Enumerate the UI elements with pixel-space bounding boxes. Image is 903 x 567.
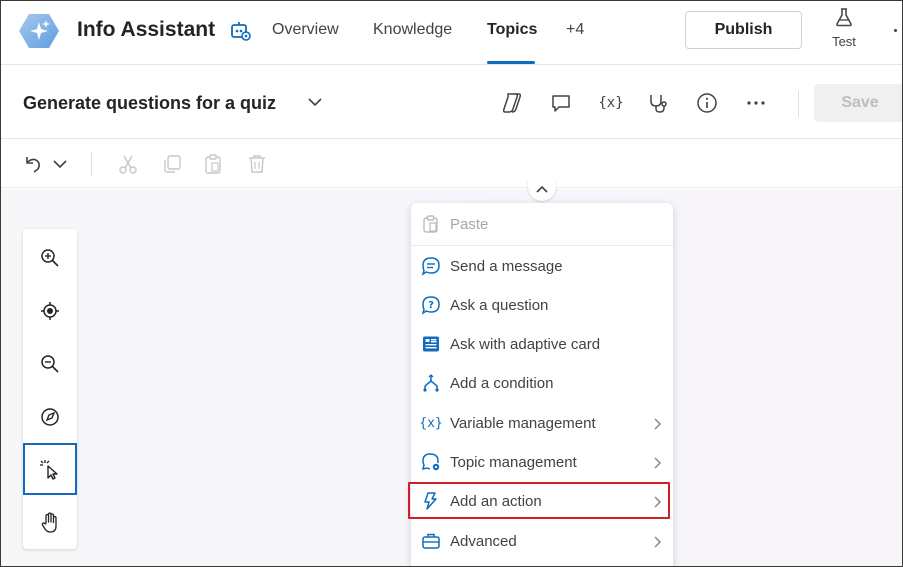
menu-item-variable-management[interactable]: {x} Variable management — [411, 404, 673, 442]
menu-item-send-message[interactable]: Send a message — [411, 247, 673, 285]
canvas-tools-panel — [23, 229, 77, 549]
active-tab-indicator — [487, 61, 535, 64]
app-window: Info Assistant Overview Knowledge Topics… — [0, 0, 903, 567]
copy-icon — [160, 152, 184, 176]
menu-item-advanced[interactable]: Advanced — [411, 522, 673, 560]
question-icon: ? — [420, 294, 442, 316]
info-icon[interactable] — [695, 91, 719, 115]
menu-item-label: Paste — [450, 215, 489, 233]
menu-item-label: Variable management — [450, 414, 596, 432]
cut-icon — [116, 152, 140, 176]
chevron-up-icon — [535, 181, 549, 199]
bot-settings-icon[interactable] — [230, 20, 252, 42]
menu-item-paste: Paste — [411, 205, 673, 243]
delete-icon — [245, 152, 269, 176]
condition-icon — [420, 372, 442, 394]
menu-item-add-condition[interactable]: Add a condition — [411, 364, 673, 402]
menu-item-ask-question[interactable]: ? Ask a question — [411, 286, 673, 324]
flask-icon — [835, 8, 853, 31]
menu-divider — [411, 245, 673, 246]
chevron-right-icon — [651, 535, 663, 548]
variable-icon: {x} — [419, 415, 443, 431]
test-label: Test — [832, 34, 856, 49]
undo-dropdown-icon[interactable] — [48, 152, 72, 176]
more-options-icon[interactable] — [894, 29, 897, 32]
menu-item-label: Ask a question — [450, 296, 549, 314]
menu-item-label: Send a message — [450, 257, 563, 275]
test-button[interactable]: Test — [823, 7, 865, 55]
select-pointer-icon[interactable] — [23, 443, 77, 495]
menu-item-label: Advanced — [450, 532, 517, 550]
paste-icon — [201, 152, 225, 176]
tab-more[interactable]: +4 — [566, 21, 584, 39]
menu-item-label: Ask with adaptive card — [450, 335, 601, 353]
chevron-down-icon[interactable] — [306, 95, 324, 114]
recenter-icon[interactable] — [23, 285, 77, 337]
app-logo-icon — [18, 12, 60, 50]
message-icon — [420, 255, 442, 277]
paste-icon — [420, 213, 442, 235]
top-navigation: Info Assistant Overview Knowledge Topics… — [1, 1, 902, 65]
tab-overview[interactable]: Overview — [272, 21, 339, 39]
svg-text:?: ? — [428, 300, 434, 311]
toolbar-divider — [798, 91, 799, 117]
save-button[interactable]: Save — [814, 84, 902, 122]
menu-item-label: Add a condition — [450, 374, 554, 392]
zoom-out-icon[interactable] — [23, 338, 77, 390]
copilot-icon[interactable] — [500, 91, 524, 115]
variables-icon[interactable]: {x} — [598, 91, 624, 115]
hand-pan-icon[interactable] — [23, 497, 77, 549]
topic-management-icon — [420, 451, 442, 473]
publish-button[interactable]: Publish — [685, 11, 802, 49]
more-horizontal-icon[interactable] — [744, 91, 768, 115]
topic-title[interactable]: Generate questions for a quiz — [23, 93, 276, 114]
edit-toolbar — [1, 140, 902, 188]
app-title: Info Assistant — [77, 18, 216, 41]
menu-item-topic-management[interactable]: Topic management — [411, 443, 673, 481]
topic-header: Generate questions for a quiz {x} Save — [1, 66, 902, 139]
tab-knowledge[interactable]: Knowledge — [373, 21, 452, 39]
stethoscope-icon[interactable] — [646, 91, 670, 115]
undo-icon[interactable] — [21, 152, 45, 176]
briefcase-icon — [420, 530, 442, 552]
comment-icon[interactable] — [549, 91, 573, 115]
toolbar-divider — [91, 152, 92, 176]
chevron-right-icon — [651, 456, 663, 469]
highlight-annotation — [408, 482, 670, 519]
zoom-in-icon[interactable] — [23, 232, 77, 284]
chevron-right-icon — [651, 417, 663, 430]
menu-item-label: Topic management — [450, 453, 577, 471]
tab-topics[interactable]: Topics — [487, 21, 537, 39]
menu-item-ask-adaptive-card[interactable]: Ask with adaptive card — [411, 325, 673, 363]
adaptive-card-icon — [420, 333, 442, 355]
minimap-icon[interactable] — [23, 391, 77, 443]
